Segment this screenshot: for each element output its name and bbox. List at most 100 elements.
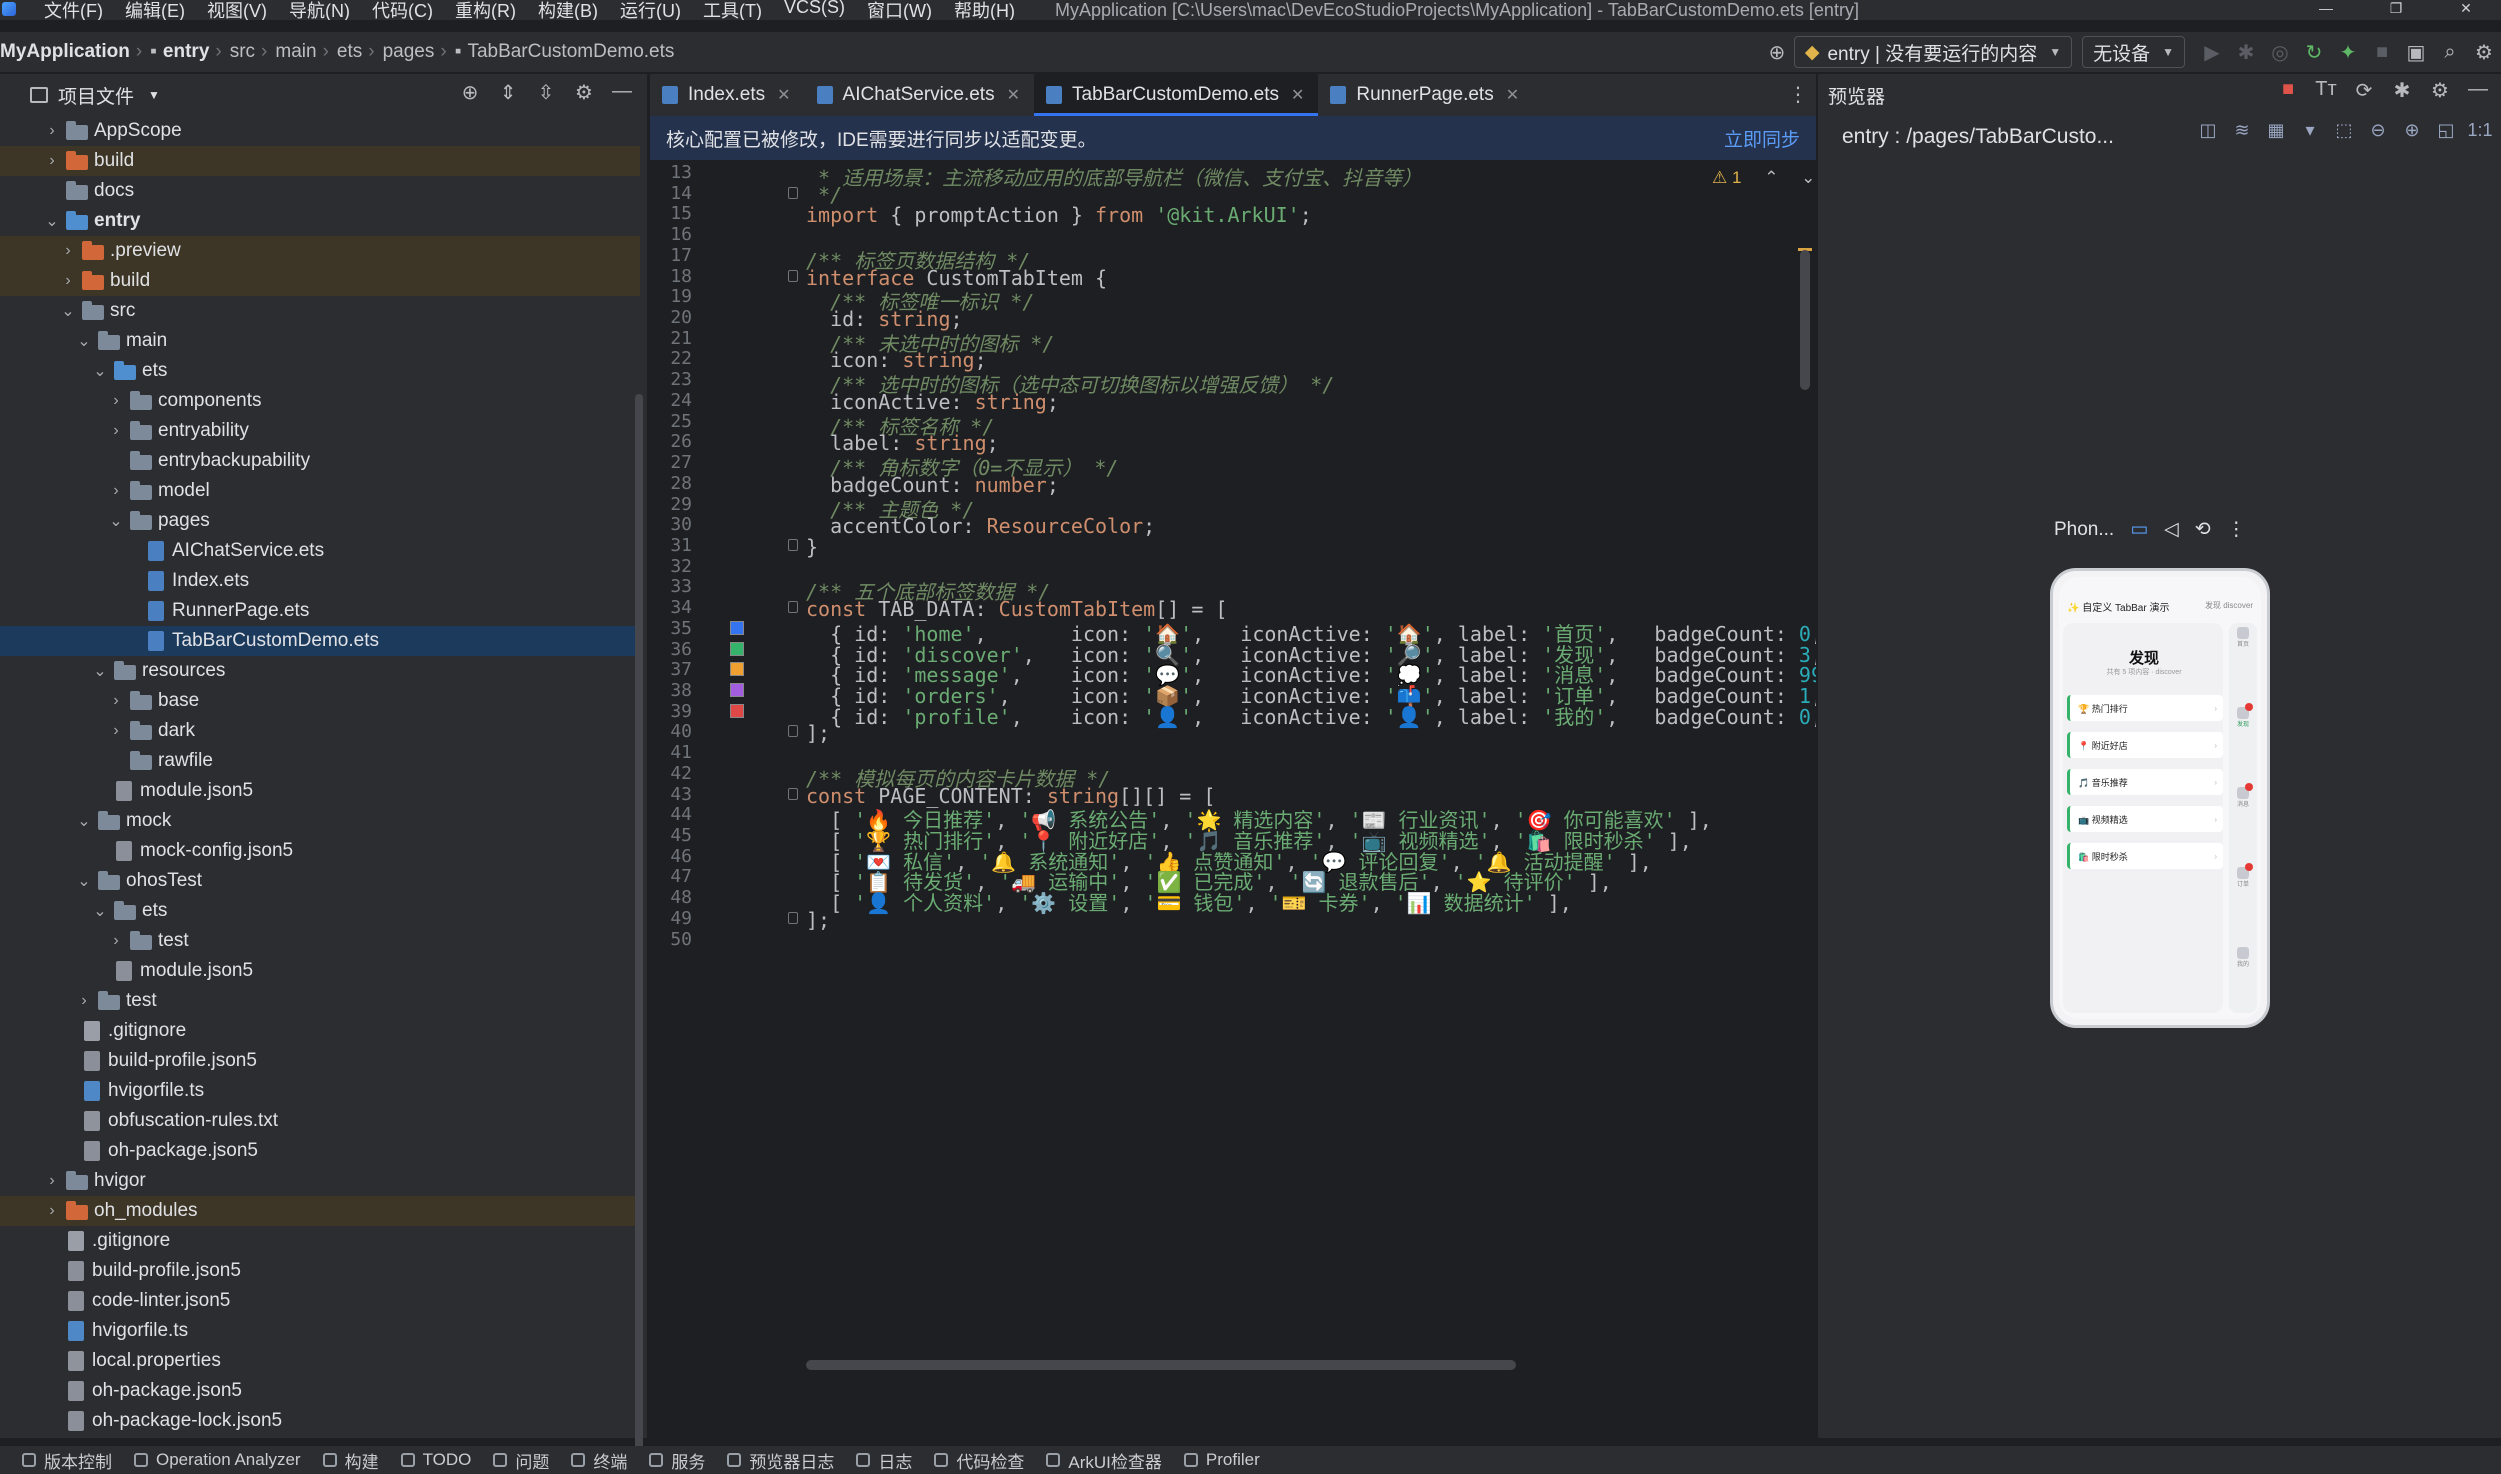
tree-item[interactable]: ⌄ ets — [0, 896, 640, 926]
chevron-down-icon[interactable]: ⌄ — [88, 361, 112, 381]
tree-item[interactable]: ⌄ ohosTest — [0, 866, 640, 896]
refresh-icon[interactable]: ⟳ — [2345, 78, 2383, 103]
tree-item[interactable]: ⌄ src — [0, 296, 640, 326]
menu-item[interactable]: 代码(C) — [372, 0, 433, 20]
tree-item[interactable]: oh-package.json5 — [0, 1376, 640, 1406]
tool-window-button[interactable]: 服务 — [649, 1448, 705, 1473]
menu-item[interactable]: 导航(N) — [289, 0, 350, 20]
content-item[interactable]: 🏆 热门排行 › — [2067, 695, 2223, 721]
tree-item[interactable]: ⌄ main — [0, 326, 640, 356]
tree-item[interactable]: module.json5 — [0, 776, 640, 806]
tab-1[interactable]: 发现 — [2229, 703, 2257, 728]
more-icon[interactable]: ⋮ — [1788, 82, 1808, 107]
tree-item[interactable]: .gitignore — [0, 1226, 640, 1256]
breadcrumb-item[interactable]: ets — [337, 41, 362, 63]
breadcrumb-item[interactable]: MyApplication — [0, 41, 130, 63]
tree-item[interactable]: entrybackupability — [0, 446, 640, 476]
editor-vertical-scrollbar[interactable] — [1800, 250, 1810, 390]
menu-item[interactable]: 文件(F) — [44, 0, 103, 20]
close-icon[interactable]: ✕ — [2431, 0, 2501, 20]
chevron-right-icon[interactable]: › — [40, 1172, 64, 1190]
tool-window-button[interactable]: 代码检查 — [934, 1448, 1024, 1473]
inspection-widget[interactable]: ⚠ 1 ⌃ ⌄ — [1712, 168, 1815, 188]
tree-item[interactable]: ⌄ resources — [0, 656, 640, 686]
menu-item[interactable]: VCS(S) — [784, 0, 845, 20]
chevron-right-icon[interactable]: › — [104, 692, 128, 710]
editor-horizontal-scrollbar[interactable] — [806, 1360, 1516, 1370]
tool-window-button[interactable]: TODO — [400, 1450, 471, 1470]
tree-item[interactable]: oh-package-lock.json5 — [0, 1406, 640, 1436]
stop-preview-icon[interactable]: ■ — [2269, 78, 2307, 103]
menu-item[interactable]: 编辑(E) — [125, 0, 185, 20]
menu-item[interactable]: 窗口(W) — [867, 0, 932, 20]
color-swatch-icon[interactable] — [730, 662, 744, 677]
chevron-down-icon[interactable]: ⌄ — [40, 211, 64, 231]
settings-icon[interactable]: ⚙ — [2421, 78, 2459, 103]
tree-item[interactable]: oh-package.json5 — [0, 1136, 640, 1166]
close-icon[interactable]: ✕ — [1506, 85, 1519, 105]
device-manager-icon[interactable]: ▣ — [2399, 35, 2433, 69]
chevron-down-icon[interactable]: ⌄ — [88, 901, 112, 921]
tree-item[interactable]: Index.ets — [0, 566, 640, 596]
menu-item[interactable]: 帮助(H) — [954, 0, 1015, 20]
hvigor-icon[interactable]: ✦ — [2331, 35, 2365, 69]
tree-item[interactable]: build-profile.json5 — [0, 1046, 640, 1076]
tree-item[interactable]: › base — [0, 686, 640, 716]
tool-window-button[interactable]: Profiler — [1183, 1450, 1260, 1470]
chevron-right-icon[interactable]: › — [104, 392, 128, 410]
breadcrumb-item[interactable]: src — [230, 41, 255, 63]
tree-item[interactable]: obfuscation-rules.txt — [0, 1106, 640, 1136]
tool-window-button[interactable]: 构建 — [322, 1448, 379, 1473]
chevron-down-icon[interactable]: ⌄ — [88, 661, 112, 681]
tree-item[interactable]: ⌄ ets — [0, 356, 640, 386]
tab-4[interactable]: 我的 — [2229, 947, 2257, 968]
inspector-icon[interactable]: ◫ — [2191, 120, 2225, 141]
expand-all-icon[interactable]: ⇕ — [489, 80, 527, 105]
color-swatch-icon[interactable] — [730, 703, 744, 718]
fold-icon[interactable] — [788, 725, 798, 738]
menu-item[interactable]: 视图(V) — [207, 0, 267, 20]
chevron-right-icon[interactable]: › — [56, 242, 80, 260]
hide-icon[interactable]: — — [603, 80, 641, 105]
locate-icon[interactable]: ⊕ — [451, 80, 489, 105]
tree-item[interactable]: › AppScope — [0, 116, 640, 146]
content-item[interactable]: 📺 视频精选 › — [2067, 806, 2223, 832]
chevron-down-icon[interactable]: ▾ — [2293, 120, 2327, 141]
tree-item[interactable]: local.properties — [0, 1346, 640, 1376]
run-config-select[interactable]: ◆ entry | 没有要运行的内容 ▼ — [1793, 36, 2073, 68]
sync-now-link[interactable]: 立即同步 — [1724, 125, 1800, 152]
color-swatch-icon[interactable] — [730, 620, 744, 635]
chevron-down-icon[interactable]: ▼ — [148, 88, 160, 102]
tree-item[interactable]: › build — [0, 266, 640, 296]
resize-icon[interactable]: ◱ — [2429, 120, 2463, 141]
hide-icon[interactable]: — — [2459, 78, 2497, 103]
tree-item[interactable]: › test — [0, 926, 640, 956]
tool-window-button[interactable]: ArkUI检查器 — [1046, 1448, 1162, 1473]
device-type-icon[interactable]: ▭ — [2130, 518, 2148, 541]
chevron-right-icon[interactable]: › — [104, 722, 128, 740]
profile-icon[interactable]: ◎ — [2263, 35, 2297, 69]
run-icon[interactable]: ▶ — [2195, 35, 2229, 69]
editor-tab[interactable]: TabBarCustomDemo.ets ✕ — [1034, 74, 1319, 116]
tree-item[interactable]: › test — [0, 986, 640, 1016]
chevron-down-icon[interactable]: ⌄ — [72, 871, 96, 891]
rotate-icon[interactable]: ⟲ — [2195, 518, 2211, 541]
tree-item[interactable]: module.json5 — [0, 956, 640, 986]
tree-item[interactable]: › model — [0, 476, 640, 506]
editor-tab[interactable]: RunnerPage.ets ✕ — [1318, 74, 1533, 116]
minimize-icon[interactable]: — — [2291, 0, 2361, 20]
tree-item[interactable]: build-profile.json5 — [0, 1256, 640, 1286]
breadcrumb-item[interactable]: TabBarCustomDemo.ets — [467, 41, 674, 63]
close-icon[interactable]: ✕ — [1007, 85, 1020, 105]
tree-item[interactable]: › .preview — [0, 236, 640, 266]
tree-item[interactable]: › oh_modules — [0, 1196, 640, 1226]
code-editor[interactable]: 13 14 15 16 17 18 19 20 21 22 23 24 25 26 27 28 29 30 31 32… — [650, 160, 1816, 1410]
close-icon[interactable]: ✕ — [1291, 85, 1304, 105]
close-icon[interactable]: ✕ — [777, 85, 790, 105]
code-area[interactable]: * 适用场景：主流移动应用的底部导航栏（微信、支付宝、抖音等） */import… — [806, 160, 1816, 1410]
settings-icon[interactable]: ⚙ — [2467, 35, 2501, 69]
layers-icon[interactable]: ≋ — [2225, 120, 2259, 141]
debug-preview-icon[interactable]: ✱ — [2383, 78, 2421, 103]
project-panel-title[interactable]: 项目文件 — [58, 82, 134, 109]
chevron-right-icon[interactable]: › — [40, 152, 64, 170]
